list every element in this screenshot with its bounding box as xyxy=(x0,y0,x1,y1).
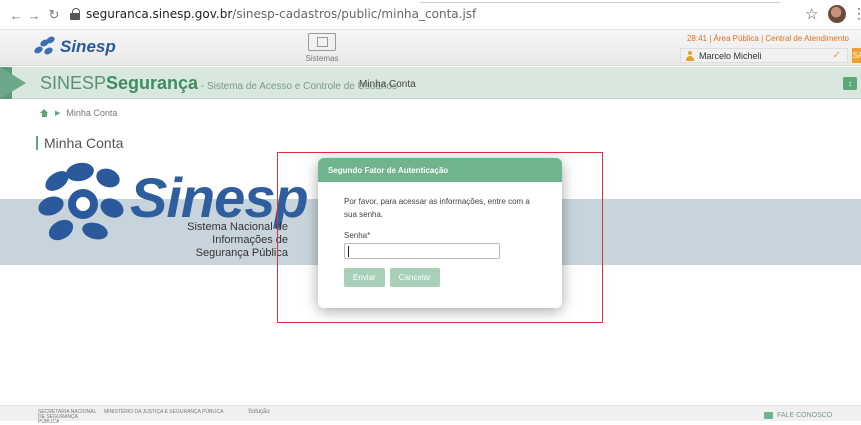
browser-menu-icon[interactable]: ⋮ xyxy=(852,5,861,22)
sinesp-logo[interactable]: Sinesp xyxy=(33,35,116,57)
forward-icon[interactable]: → xyxy=(24,5,44,25)
footer-org-senasp[interactable]: SECRETARIA NACIONAL DE SEGURANÇA PÚBLICA xyxy=(38,410,98,425)
banner-subtitle: Sistema Nacional de Informações de Segur… xyxy=(128,221,288,260)
caret-right-icon: ▶ xyxy=(55,110,61,117)
footer-org-mjsp[interactable]: MINISTÉRIO DA JUSTIÇA E SEGURANÇA PÚBLIC… xyxy=(104,410,234,415)
modal-actions: Enviar Cancelar xyxy=(344,268,562,287)
page-title: Minha Conta xyxy=(36,136,123,150)
nav-item-minha-conta[interactable]: Minha Conta xyxy=(359,79,416,90)
url-path: /sinesp-cadastros/public/minha_conta.jsf xyxy=(232,7,477,21)
system-brand: SINESPSegurança - Sistema de Acesso e Co… xyxy=(40,73,397,94)
page-footer: SECRETARIA NACIONAL DE SEGURANÇA PÚBLICA… xyxy=(0,405,861,425)
auth-modal: Segundo Fator de Autenticação Por favor,… xyxy=(318,158,562,308)
brand-main: SINESP xyxy=(40,73,107,93)
senha-input[interactable] xyxy=(344,243,500,259)
sinesp-logo-icon xyxy=(33,35,56,57)
browser-toolbar: ← → ↻ seguranca.sinesp.gov.br/sinesp-cad… xyxy=(0,0,861,30)
banner-subtitle-line1: Sistema Nacional de Informações de xyxy=(187,221,288,246)
system-nav-bar: SINESPSegurança - Sistema de Acesso e Co… xyxy=(0,67,861,99)
enviar-button[interactable]: Enviar xyxy=(344,268,385,287)
fale-conosco-label: FALE CONOSCO xyxy=(777,412,833,419)
senha-label: Senha* xyxy=(344,231,371,240)
fale-conosco-link[interactable]: FALE CONOSCO xyxy=(764,412,832,419)
header-user-area: 28:41 | Área Pública | Central de Atendi… xyxy=(680,34,861,63)
nav-arrow xyxy=(0,67,26,99)
sistemas-label: Sistemas xyxy=(305,54,339,63)
modal-body: Por favor, para acessar as informações, … xyxy=(318,182,562,287)
footer-solution: Solução xyxy=(248,409,270,415)
chat-icon xyxy=(764,412,773,419)
brand-bold: Segurança xyxy=(106,73,199,93)
reload-icon[interactable]: ↻ xyxy=(44,5,64,25)
url-host: seguranca.sinesp.gov.br xyxy=(86,7,233,21)
logo-text: Sinesp xyxy=(60,37,116,56)
address-bar[interactable]: seguranca.sinesp.gov.br/sinesp-cadastros… xyxy=(70,7,476,21)
user-icon xyxy=(685,50,695,61)
sistemas-icon xyxy=(308,33,336,51)
banner-subtitle-line2: Segurança Pública xyxy=(195,247,288,259)
home-icon[interactable] xyxy=(40,108,49,118)
logout-button[interactable]: SAIR xyxy=(852,48,861,63)
nav-expand-button[interactable]: ↕ xyxy=(843,77,857,90)
modal-message: Por favor, para acessar as informações, … xyxy=(344,197,530,219)
sinesp-big-logo-icon xyxy=(35,160,128,245)
user-dropdown[interactable]: Marcelo Micheli ✓ xyxy=(680,48,848,63)
user-name: Marcelo Micheli xyxy=(699,50,762,61)
header-links[interactable]: 28:41 | Área Pública | Central de Atendi… xyxy=(680,34,861,43)
tab-strip-divider xyxy=(420,0,780,3)
back-icon[interactable]: ← xyxy=(6,5,26,25)
profile-avatar[interactable] xyxy=(828,5,846,23)
text-cursor xyxy=(348,246,349,257)
bookmark-star-icon[interactable]: ☆ xyxy=(805,5,818,23)
sistemas-button[interactable]: Sistemas xyxy=(302,33,342,63)
chevron-down-icon: ✓ xyxy=(832,50,841,61)
breadcrumb: ▶ Minha Conta xyxy=(40,108,117,118)
cancelar-button[interactable]: Cancelar xyxy=(389,268,440,287)
breadcrumb-current: Minha Conta xyxy=(66,108,118,118)
modal-title: Segundo Fator de Autenticação xyxy=(318,158,562,182)
lock-icon xyxy=(70,8,80,20)
app-header: Sinesp Sistemas 28:41 | Área Pública | C… xyxy=(0,30,861,66)
